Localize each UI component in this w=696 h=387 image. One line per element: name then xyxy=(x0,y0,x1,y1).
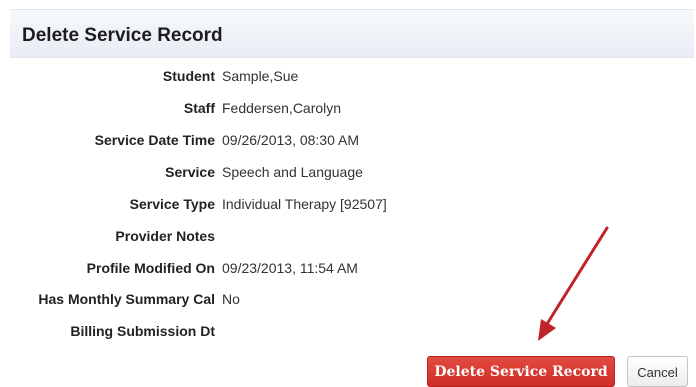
field-row-student: Student Sample,Sue xyxy=(0,66,696,86)
field-value-student: Sample,Sue xyxy=(222,68,299,84)
field-row-service-date-time: Service Date Time 09/26/2013, 08:30 AM xyxy=(0,130,696,150)
field-value-staff: Feddersen,Carolyn xyxy=(222,100,342,116)
field-label-staff: Staff xyxy=(183,100,215,116)
field-value-service: Speech and Language xyxy=(222,164,363,180)
field-label-monthly-summary: Has Monthly Summary Cal xyxy=(38,291,215,307)
field-row-profile-modified-on: Profile Modified On 09/23/2013, 11:54 AM xyxy=(0,258,696,278)
delete-service-record-panel: Delete Service Record Student Sample,Sue… xyxy=(0,0,696,387)
field-value-monthly-summary: No xyxy=(222,291,240,307)
field-label-provider-notes: Provider Notes xyxy=(115,228,215,244)
field-label-student: Student xyxy=(162,68,215,84)
panel-header: Delete Service Record xyxy=(10,9,694,58)
field-row-service-type: Service Type Individual Therapy [92507] xyxy=(0,194,696,214)
field-row-service: Service Speech and Language xyxy=(0,162,696,182)
field-label-service: Service xyxy=(165,164,215,180)
field-row-provider-notes: Provider Notes xyxy=(0,226,696,246)
field-row-staff: Staff Feddersen,Carolyn xyxy=(0,98,696,118)
field-label-service-date-time: Service Date Time xyxy=(94,132,215,148)
field-value-service-date-time: 09/26/2013, 08:30 AM xyxy=(222,132,359,148)
field-label-service-type: Service Type xyxy=(129,196,215,212)
field-value-service-type: Individual Therapy [92507] xyxy=(222,196,387,212)
field-label-billing-submission: Billing Submission Dt xyxy=(70,323,215,339)
field-row-monthly-summary: Has Monthly Summary Cal No xyxy=(0,289,696,309)
delete-service-record-button[interactable]: Delete Service Record xyxy=(427,356,615,387)
page-title: Delete Service Record xyxy=(22,25,223,46)
field-row-billing-submission: Billing Submission Dt xyxy=(0,321,696,341)
field-label-profile-modified-on: Profile Modified On xyxy=(86,260,215,276)
cancel-button[interactable]: Cancel xyxy=(627,356,688,387)
field-value-profile-modified-on: 09/23/2013, 11:54 AM xyxy=(222,260,358,276)
